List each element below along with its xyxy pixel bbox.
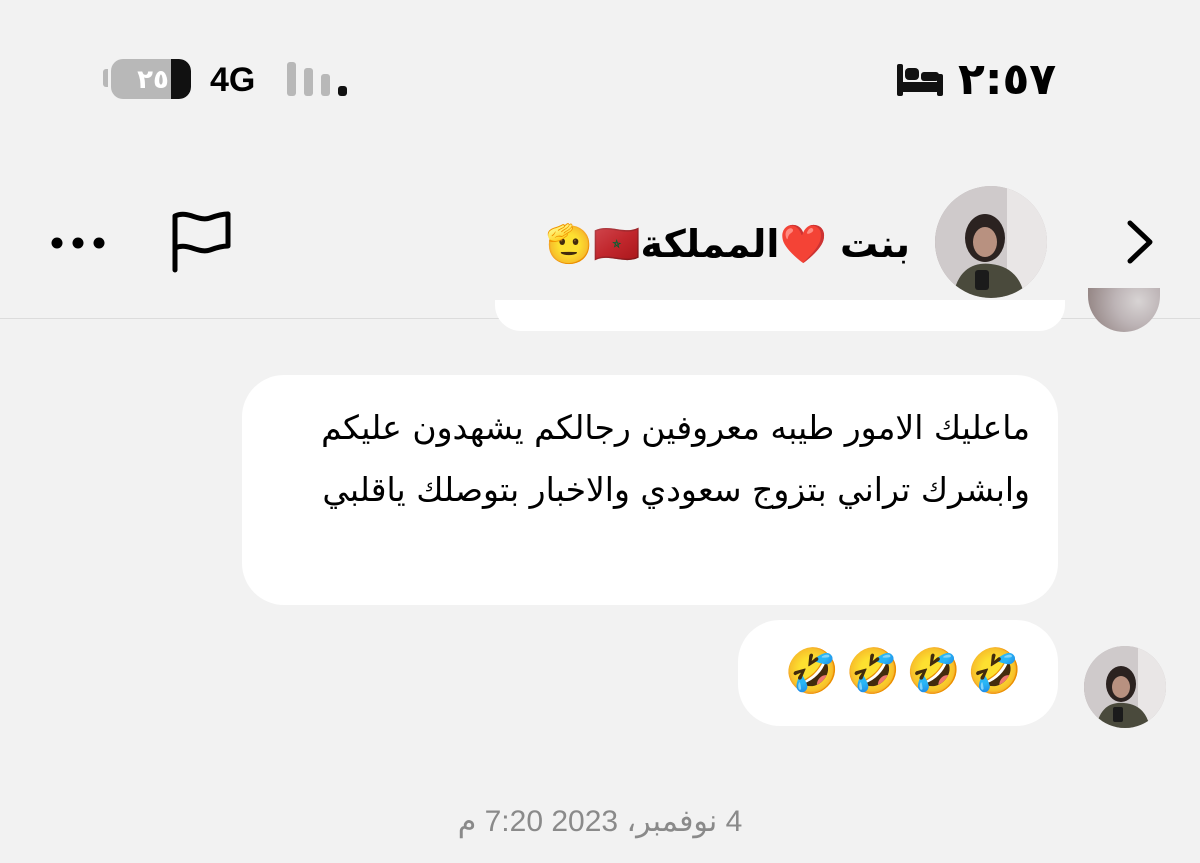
signal-bar [338, 86, 347, 96]
message-sender-avatar [1084, 646, 1166, 728]
network-type: 4G [210, 61, 256, 99]
flag-icon[interactable] [168, 208, 234, 274]
chevron-right-icon[interactable] [1118, 215, 1162, 269]
signal-bar [287, 62, 296, 96]
signal-strength-icon [287, 60, 349, 100]
previous-message-avatar [1088, 288, 1160, 332]
contact-name[interactable]: بنت ❤️المملكة🇲🇦🫡 [520, 212, 910, 276]
battery-cap [103, 69, 108, 87]
message-bubble[interactable]: 🤣🤣🤣🤣 [738, 620, 1058, 726]
more-horizontal-icon[interactable] [48, 225, 108, 261]
signal-bar [321, 74, 330, 96]
signal-bar [304, 68, 313, 96]
message-timestamp: 4 نوفمبر، 2023 7:20 م [457, 805, 743, 838]
battery-body: ٢٥ [111, 59, 191, 99]
battery-indicator: ٢٥ [103, 57, 191, 101]
contact-avatar[interactable] [935, 186, 1047, 298]
bed-icon [895, 60, 945, 100]
message-bubble[interactable]: ماعليك الامور طيبه معروفين رجالكم يشهدون… [242, 375, 1058, 605]
previous-message-bubble[interactable] [495, 300, 1065, 331]
status-time: ٢:٥٧ [958, 54, 1057, 105]
battery-level-text: ٢٥ [137, 65, 169, 95]
